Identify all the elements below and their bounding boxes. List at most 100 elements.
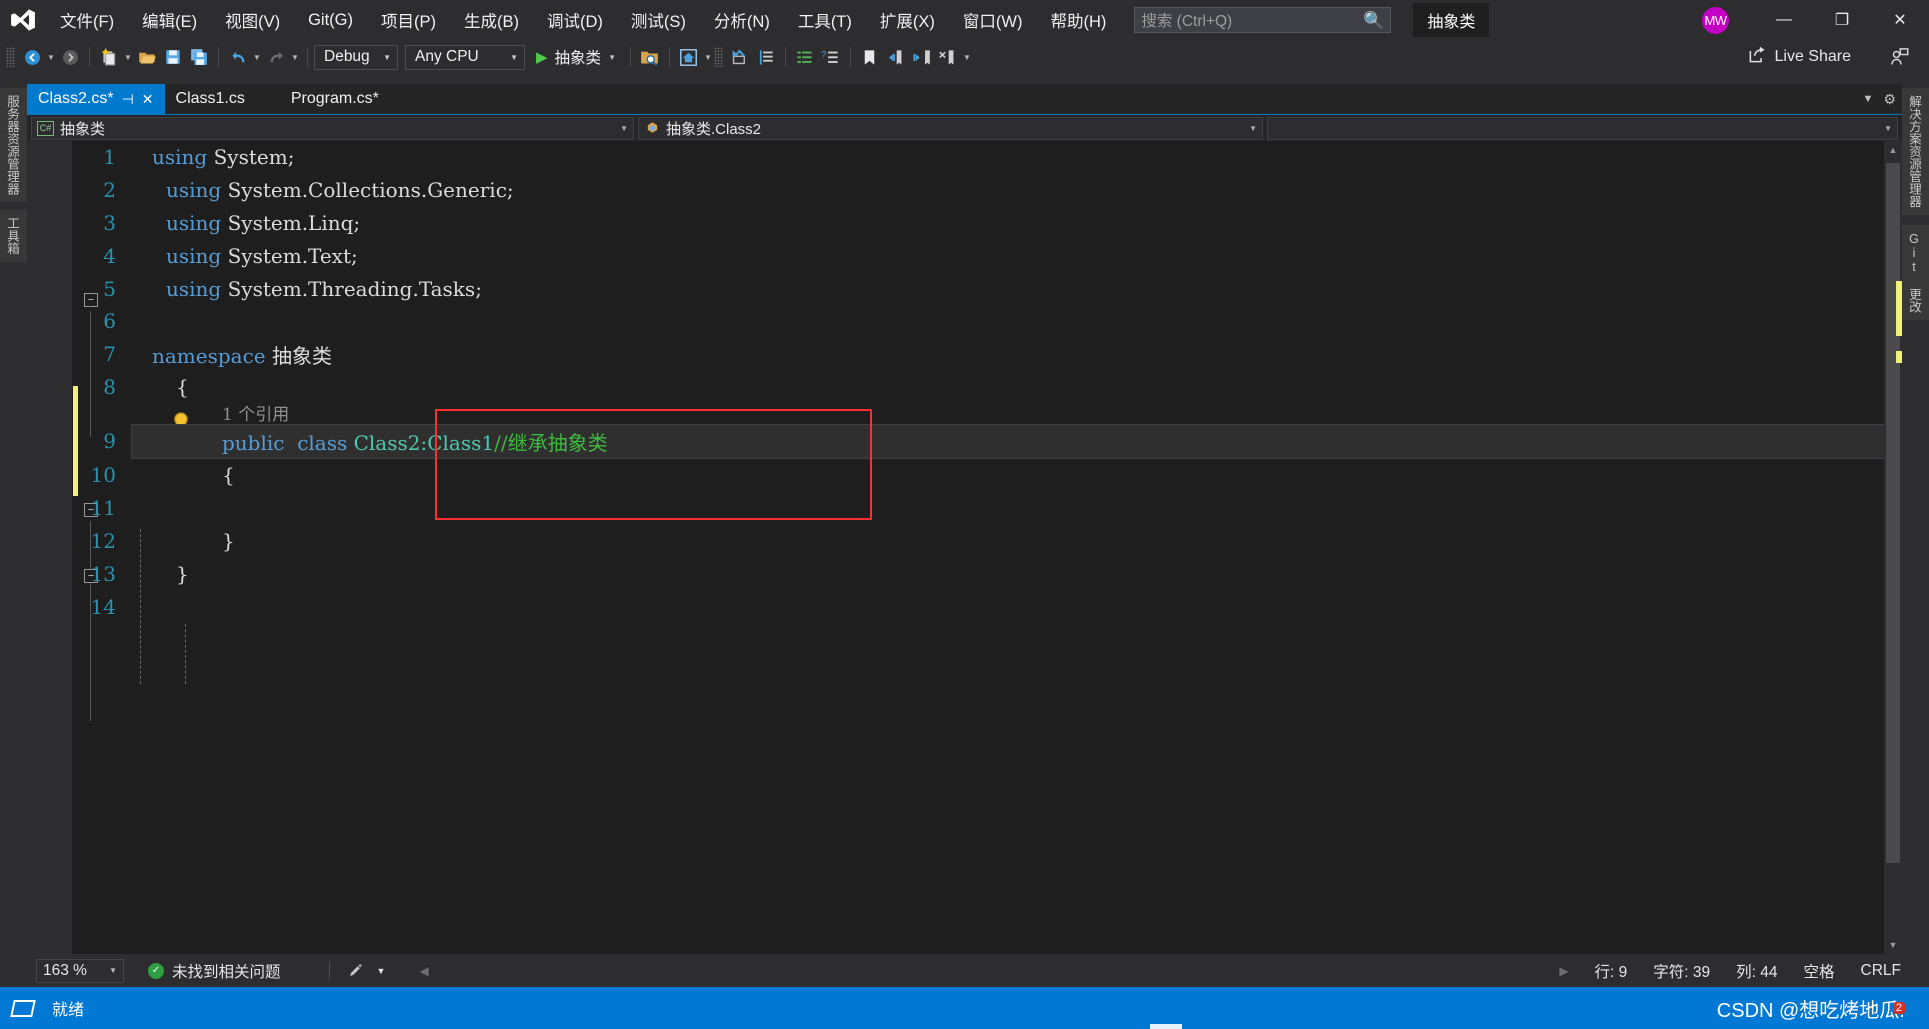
scroll-down-arrow-icon[interactable]: ▼ [1884, 936, 1902, 954]
zoom-level-select[interactable]: 163 % ▼ [36, 958, 124, 983]
search-input[interactable]: 搜索 (Ctrl+Q) 🔍 [1134, 7, 1392, 33]
tab-overflow-chevron-down-icon[interactable]: ▼ [1863, 93, 1874, 105]
menu-item-help[interactable]: 帮助(H) [1036, 0, 1120, 40]
close-icon[interactable]: ✕ [142, 92, 154, 106]
rail-item-solution-explorer[interactable]: 解决方案资源管理器 [1902, 88, 1929, 215]
code-line[interactable]: 5 using System.Threading.Tasks; [72, 272, 1852, 305]
code-line[interactable]: 1 using System; [72, 141, 1852, 174]
restore-button[interactable]: ❐ [1813, 0, 1871, 40]
undo-icon[interactable] [225, 44, 251, 70]
live-share-button[interactable]: Live Share [1748, 40, 1851, 74]
tab-settings-gear-icon[interactable]: ⚙ [1883, 91, 1896, 108]
ime-status-group[interactable]: 就绪 [10, 996, 84, 1020]
status-scroll-right-arrow-icon[interactable]: ▶ [1559, 964, 1568, 978]
pin-icon[interactable]: ⊣ [122, 92, 134, 106]
scrollbar-thumb[interactable] [1886, 163, 1900, 863]
code-line[interactable]: 2 using System.Collections.Generic; [72, 174, 1852, 207]
bookmarks-chevron-down-icon[interactable]: ▼ [961, 44, 973, 70]
code-editor[interactable]: − − − 1 using System; 2 using System.Col… [27, 141, 1902, 954]
solution-configuration-select[interactable]: Debug ▼ [314, 44, 398, 70]
navbar-project-select[interactable]: C# 抽象类 ▼ [31, 116, 634, 140]
rail-item-toolbox[interactable]: 工具箱 [0, 210, 27, 262]
toolbar-grip[interactable] [6, 47, 15, 67]
search-in-folder-icon[interactable] [637, 44, 663, 70]
avatar[interactable]: MW [1702, 6, 1729, 34]
code-line[interactable]: 10 { [72, 459, 1852, 492]
code-line[interactable]: 11 [72, 492, 1852, 525]
save-icon[interactable] [160, 44, 186, 70]
line-content: public class Class2:Class1//继承抽象类 [222, 427, 608, 456]
status-scroll-left-arrow-icon[interactable]: ◀ [419, 964, 428, 978]
tab-class1-cs[interactable]: Class1.cs [165, 84, 256, 114]
goto-definition-icon[interactable] [727, 44, 753, 70]
code-line-current[interactable]: 9 public class Class2:Class1//继承抽象类 [103, 424, 1902, 459]
clear-bookmarks-icon[interactable] [935, 44, 961, 70]
code-line[interactable]: 14 [72, 591, 1852, 624]
minimize-button[interactable]: — [1755, 0, 1813, 40]
new-project-icon[interactable] [96, 44, 122, 70]
scroll-up-arrow-icon[interactable]: ▲ [1884, 141, 1902, 159]
home-window-chevron-down-icon[interactable]: ▼ [702, 44, 714, 70]
call-hierarchy-icon[interactable] [753, 44, 779, 70]
menu-item-tools[interactable]: 工具(T) [784, 0, 866, 40]
open-file-icon[interactable] [134, 44, 160, 70]
status-indentation[interactable]: 空格 [1804, 960, 1835, 982]
menu-item-analyze[interactable]: 分析(N) [700, 0, 784, 40]
menu-item-extensions[interactable]: 扩展(X) [866, 0, 949, 40]
menu-item-edit[interactable]: 编辑(E) [128, 0, 211, 40]
uncomment-selection-icon[interactable]: ? [818, 44, 844, 70]
redo-chevron-down-icon[interactable]: ▼ [289, 44, 301, 70]
source-control-status[interactable]: ▼ [348, 960, 386, 982]
code-line[interactable]: 13 } [72, 558, 1852, 591]
menu-item-test[interactable]: 测试(S) [617, 0, 700, 40]
menu-item-file[interactable]: 文件(F) [46, 0, 128, 40]
menu-item-window[interactable]: 窗口(W) [949, 0, 1037, 40]
menu-item-view[interactable]: 视图(V) [211, 0, 294, 40]
navigate-backward-icon[interactable] [19, 44, 45, 70]
code-line[interactable]: 4 using System.Text; [72, 239, 1852, 272]
menu-item-build[interactable]: 生成(B) [450, 0, 533, 40]
status-line-ending[interactable]: CRLF [1861, 962, 1901, 980]
code-lines[interactable]: 1 using System; 2 using System.Collectio… [72, 141, 1902, 954]
code-line[interactable]: 7 namespace 抽象类 [72, 338, 1852, 371]
editor-vertical-scrollbar[interactable]: ▲ ▼ [1884, 141, 1902, 954]
navigate-forward-icon[interactable] [57, 44, 83, 70]
comment-selection-icon[interactable] [792, 44, 818, 70]
new-project-chevron-down-icon[interactable]: ▼ [122, 44, 134, 70]
toolbar-grip-2[interactable] [713, 47, 723, 67]
close-button[interactable]: ✕ [1871, 0, 1929, 40]
redo-icon[interactable] [263, 44, 289, 70]
codelens-reference-count[interactable]: 1 个引用 [222, 400, 289, 425]
code-line[interactable]: 12 } [72, 525, 1852, 558]
start-debug-button[interactable]: ▶ 抽象类 ▼ [532, 44, 624, 70]
search-icon[interactable]: 🔍 [1363, 12, 1384, 29]
code-line[interactable]: 6 [72, 305, 1852, 338]
live-share-contacts-icon[interactable] [1889, 40, 1909, 74]
save-all-icon[interactable] [186, 44, 212, 70]
toggle-bookmark-icon[interactable] [857, 44, 883, 70]
problems-status[interactable]: ✓ 未找到相关问题 [148, 960, 281, 982]
home-window-icon[interactable] [676, 44, 702, 70]
tab-class2-cs[interactable]: Class2.cs* ⊣ ✕ [27, 84, 165, 114]
status-separator [328, 961, 330, 980]
tab-program-cs[interactable]: Program.cs* [280, 84, 390, 114]
chevron-down-icon[interactable]: ▼ [377, 966, 386, 976]
feedback-icon[interactable] [348, 960, 365, 982]
navbar-member-select[interactable]: ▼ [1267, 116, 1898, 140]
next-bookmark-icon[interactable] [909, 44, 935, 70]
menu-item-git[interactable]: Git(G) [294, 0, 367, 40]
solution-platform-select[interactable]: Any CPU ▼ [405, 44, 525, 70]
code-line[interactable]: 3 using System.Linq; [72, 207, 1852, 240]
rail-item-server-explorer[interactable]: 服务器资源管理器 [0, 88, 27, 202]
previous-bookmark-icon[interactable] [883, 44, 909, 70]
undo-chevron-down-icon[interactable]: ▼ [251, 44, 263, 70]
start-debug-chevron-down-icon[interactable]: ▼ [608, 53, 616, 62]
codelens-row[interactable]: 1 个引用 [72, 399, 1852, 425]
navigate-backward-chevron-down-icon[interactable]: ▼ [45, 44, 57, 70]
ime-mode-icon[interactable] [10, 999, 36, 1017]
navbar-type-select[interactable]: 抽象类.Class2 ▼ [638, 116, 1263, 140]
menu-item-project[interactable]: 项目(P) [367, 0, 450, 40]
rail-item-git-changes[interactable]: Git 更改 [1902, 224, 1929, 320]
project-badge[interactable]: 抽象类 [1413, 3, 1490, 37]
menu-item-debug[interactable]: 调试(D) [533, 0, 617, 40]
